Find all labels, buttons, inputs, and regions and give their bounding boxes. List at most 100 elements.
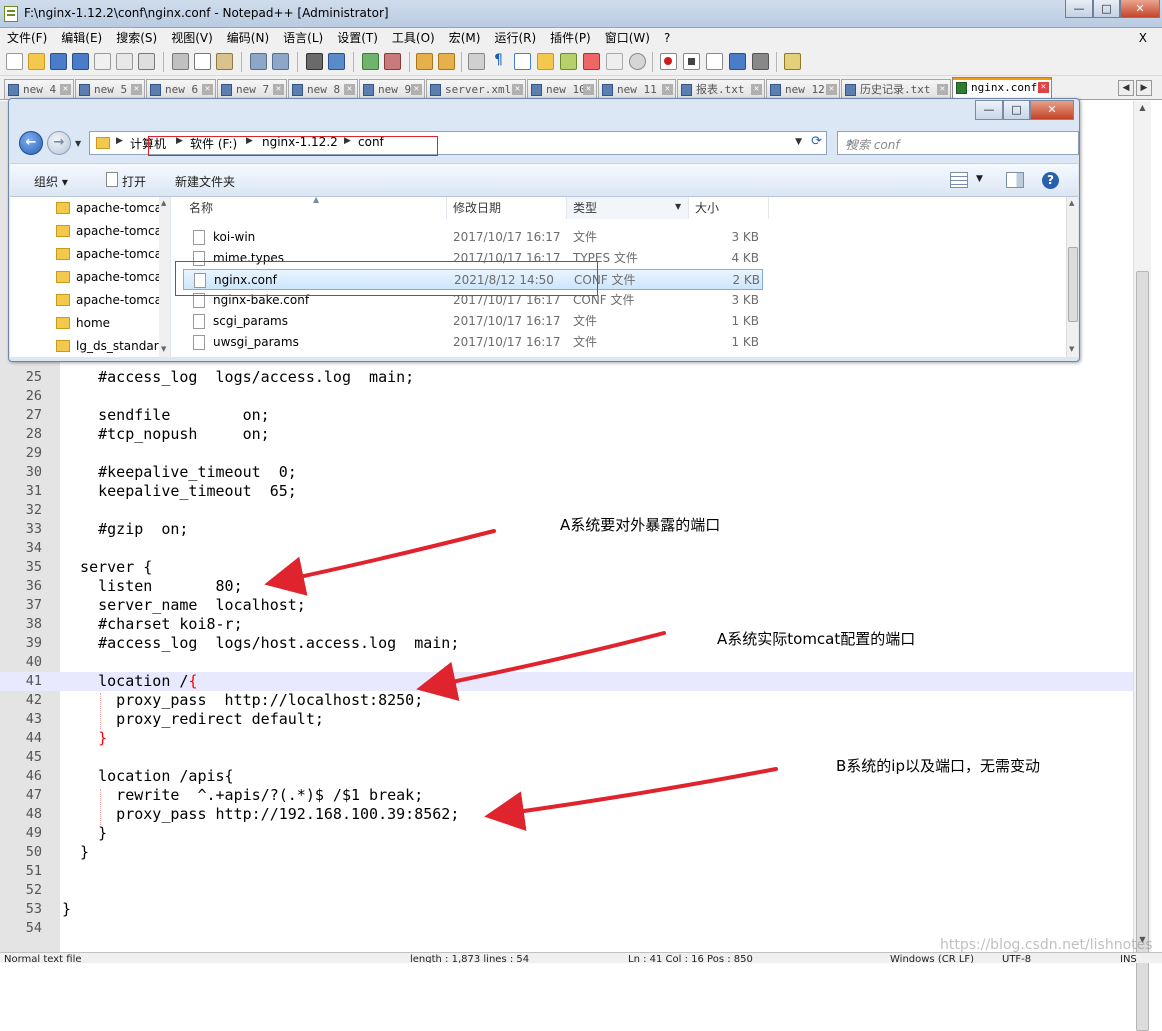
run-macro-multiple-icon[interactable] [729,53,746,70]
preview-pane-icon[interactable] [1006,172,1024,188]
tab-close-icon[interactable]: ✕ [751,84,762,95]
menu-plugins[interactable]: 插件(P) [543,28,598,48]
paste-icon[interactable] [216,53,233,70]
code-line[interactable]: 54 [0,919,1133,938]
language-icon[interactable] [537,53,554,70]
tab-new-6[interactable]: new 6 ✕ [146,79,216,99]
tab-close-icon[interactable]: ✕ [344,84,355,95]
column-header-type[interactable]: 类型 [567,197,689,219]
menu-window[interactable]: 窗口(W) [598,28,657,48]
search-icon[interactable]: ⌕ [846,135,1072,150]
menu-help[interactable]: ? [657,28,677,48]
breadcrumb-separator-icon[interactable]: ▶ [246,136,253,146]
code-line[interactable]: 35 server { [0,558,1133,577]
menu-macro[interactable]: 宏(M) [442,28,488,48]
tab-close-icon[interactable]: ✕ [512,84,523,95]
scrollbar-thumb[interactable] [1068,247,1078,322]
file-row[interactable]: mime.types 2017/10/17 16:17 TYPES 文件 4 KB [183,248,763,269]
tab-close-icon[interactable]: ✕ [273,84,284,95]
help-icon[interactable]: ? [1042,172,1059,189]
save-all-icon[interactable] [72,53,89,70]
open-button[interactable]: 打开 [122,173,146,190]
scroll-up-arrow-icon[interactable]: ▲ [1136,103,1149,116]
stop-macro-icon[interactable] [683,53,700,70]
folder-workspace-icon[interactable] [606,53,623,70]
nav-item[interactable]: apache-tomca [10,289,168,312]
view-dropdown-icon[interactable]: ▼ [976,174,983,184]
tab-close-icon[interactable]: ✕ [202,84,213,95]
address-dropdown-icon[interactable]: ▼ [795,137,802,147]
nav-item[interactable]: home [10,312,168,335]
menu-file[interactable]: 文件(F) [0,28,54,48]
scroll-down-arrow-icon[interactable]: ▼ [1069,345,1074,353]
file-row[interactable]: nginx-bake.conf 2017/10/17 16:17 CONF 文件 3 … [183,290,763,311]
undo-icon[interactable] [250,53,267,70]
code-line[interactable]: 28 #tcp_nopush on; [0,425,1133,444]
open-file-icon[interactable] [28,53,45,70]
redo-icon[interactable] [272,53,289,70]
tab-new-4[interactable]: new 4 ✕ [4,79,74,99]
recent-pages-chevron-icon[interactable]: ▼ [75,139,81,148]
monitoring-icon[interactable] [629,53,646,70]
close-button[interactable]: ✕ [1120,0,1160,18]
word-wrap-icon[interactable] [468,53,485,70]
scrollbar-thumb[interactable] [1136,271,1149,1031]
breadcrumb-computer[interactable]: 计算机 [130,135,166,152]
nav-item[interactable]: lg_ds_standar [10,335,168,357]
code-line[interactable]: 41 location /{ [0,672,1133,691]
vertical-scrollbar[interactable]: ▲ ▼ [1133,101,1151,1031]
scroll-up-arrow-icon[interactable]: ▲ [1069,199,1074,207]
new-folder-button[interactable]: 新建文件夹 [175,173,235,190]
file-row[interactable]: uwsgi_params 2017/10/17 16:17 文件 1 KB [183,332,763,353]
menu-tools[interactable]: 工具(O) [385,28,442,48]
code-line[interactable]: 42 proxy_pass http://localhost:8250; [0,691,1133,710]
file-row[interactable]: scgi_params 2017/10/17 16:17 文件 1 KB [183,311,763,332]
menu-run[interactable]: 运行(R) [487,28,543,48]
replace-icon[interactable] [328,53,345,70]
organize-button[interactable]: 组织 ▾ [34,173,68,190]
sync-vertical-icon[interactable] [416,53,433,70]
code-line[interactable]: 34 [0,539,1133,558]
play-macro-icon[interactable] [706,53,723,70]
code-line[interactable]: 36 listen 80; [0,577,1133,596]
code-line[interactable]: 53} [0,900,1133,919]
scroll-up-arrow-icon[interactable]: ▲ [161,199,166,207]
column-header-date[interactable]: 修改日期 [447,197,567,219]
tab-report-txt[interactable]: 报表.txt ✕ [677,79,765,99]
column-filter-dropdown-icon[interactable]: ▼ [675,202,681,211]
code-line[interactable]: 49 } [0,824,1133,843]
file-row[interactable]: koi-win 2017/10/17 16:17 文件 3 KB [183,227,763,248]
tab-new-9[interactable]: new 9 ✕ [359,79,425,99]
code-line[interactable]: 38 #charset koi8-r; [0,615,1133,634]
menu-language[interactable]: 语言(L) [276,28,330,48]
forward-arrow-icon[interactable]: → [47,131,71,155]
nav-item[interactable]: apache-tomca [10,220,168,243]
save-icon[interactable] [50,53,67,70]
print-icon[interactable] [138,53,155,70]
indent-guide-icon[interactable] [514,53,531,70]
code-line[interactable]: 48 proxy_pass http://192.168.100.39:8562… [0,805,1133,824]
code-line[interactable]: 27 sendfile on; [0,406,1133,425]
nav-item[interactable]: apache-tomca [10,197,168,220]
code-line[interactable]: 51 [0,862,1133,881]
code-line[interactable]: 26 [0,387,1133,406]
tab-new-10[interactable]: new 10 ✕ [527,79,597,99]
view-options-icon[interactable] [950,172,968,188]
tab-new-12[interactable]: new 12 ✕ [766,79,840,99]
nav-item[interactable]: apache-tomca [10,243,168,266]
tab-new-7[interactable]: new 7 ✕ [217,79,287,99]
explorer-minimize-button[interactable]: — [975,100,1003,120]
code-line[interactable]: 31 keepalive_timeout 65; [0,482,1133,501]
sync-horizontal-icon[interactable] [438,53,455,70]
nav-item[interactable]: apache-tomca [10,266,168,289]
breadcrumb-conf-folder[interactable]: conf [358,135,384,149]
file-list-scrollbar[interactable]: ▲ ▼ [1066,197,1078,357]
code-line[interactable]: 50 } [0,843,1133,862]
document-map-icon[interactable] [560,53,577,70]
code-line[interactable]: 37 server_name localhost; [0,596,1133,615]
maximize-button[interactable]: □ [1093,0,1120,18]
explorer-close-button[interactable]: ✕ [1030,100,1074,120]
search-field[interactable]: 搜索 conf ⌕ [837,131,1079,155]
save-macro-icon[interactable] [752,53,769,70]
breadcrumb-nginx-folder[interactable]: nginx-1.12.2 [262,135,338,149]
